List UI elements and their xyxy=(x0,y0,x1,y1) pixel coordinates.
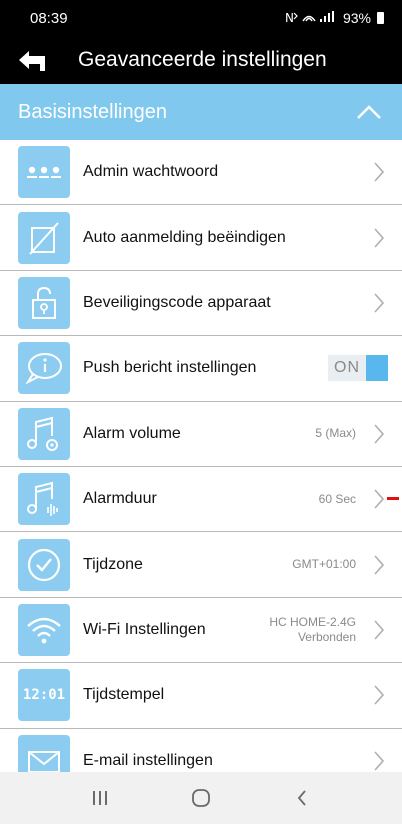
home-button[interactable] xyxy=(176,778,226,818)
row-auto-aanmelding[interactable]: Auto aanmelding beëindigen xyxy=(0,205,402,271)
row-label: Wi-Fi Instellingen xyxy=(83,620,206,638)
status-bar: 08:39 N 93% xyxy=(0,0,402,36)
chevron-right-icon xyxy=(370,747,388,775)
chevron-right-icon xyxy=(370,420,388,448)
home-icon xyxy=(192,789,210,807)
row-tijdzone[interactable]: Tijdzone GMT+01:00 xyxy=(0,532,402,598)
chevron-right-icon xyxy=(370,485,388,513)
status-indicators: N 93% xyxy=(285,10,384,27)
signal-icons: N xyxy=(285,10,337,27)
slashed-box-icon xyxy=(18,211,70,264)
row-value: GMT+01:00 xyxy=(292,557,356,572)
row-label: Push bericht instellingen xyxy=(83,359,257,377)
row-label: Tijdzone xyxy=(83,555,143,573)
back-button[interactable] xyxy=(0,36,64,84)
section-header-basisinstellingen[interactable]: Basisinstellingen xyxy=(0,84,402,140)
chevron-right-icon xyxy=(370,224,388,252)
row-label: Auto aanmelding beëindigen xyxy=(83,228,286,246)
row-beveiligingscode[interactable]: Beveiligingscode apparaat xyxy=(0,270,402,337)
chevron-up-icon xyxy=(357,105,381,119)
chevron-right-icon xyxy=(370,551,388,579)
system-nav-bar xyxy=(0,772,402,824)
wifi-status: HC HOME-2.4G Verbonden xyxy=(269,615,356,645)
lock-icon xyxy=(18,276,70,329)
settings-list: Admin wachtwoord Auto aanmelding beëindi… xyxy=(0,140,402,794)
battery-icon xyxy=(377,12,384,24)
row-tijdstempel[interactable]: 12:01 Tijdstempel xyxy=(0,663,402,729)
digital-clock-icon: 12:01 xyxy=(18,669,70,722)
recent-apps-icon xyxy=(93,791,108,805)
row-label: Tijdstempel xyxy=(83,686,165,704)
row-label: E-mail instellingen xyxy=(83,751,213,769)
row-value: 5 (Max) xyxy=(315,426,356,441)
wifi-connection-status: Verbonden xyxy=(297,629,356,644)
row-value: 60 Sec xyxy=(318,491,356,506)
row-label: Admin wachtwoord xyxy=(83,163,219,181)
chevron-right-icon xyxy=(370,289,388,317)
chevron-left-icon xyxy=(297,790,306,806)
svg-text:N: N xyxy=(285,11,293,24)
toggle-knob xyxy=(366,355,388,382)
row-alarmduur[interactable]: Alarmduur 60 Sec xyxy=(0,466,402,533)
music-gear-icon xyxy=(18,407,70,460)
toggle-state-text: ON xyxy=(328,355,366,382)
music-wave-icon xyxy=(18,473,70,526)
chevron-right-icon xyxy=(370,616,388,644)
clock-check-icon xyxy=(18,538,70,591)
wifi-icon xyxy=(18,603,70,656)
row-label: Beveiligingscode apparaat xyxy=(83,293,271,311)
chat-info-icon xyxy=(18,342,70,395)
push-toggle[interactable]: ON xyxy=(328,355,388,382)
row-wifi[interactable]: Wi-Fi Instellingen HC HOME-2.4G Verbonde… xyxy=(0,597,402,664)
dots-icon xyxy=(18,146,70,199)
section-title: Basisinstellingen xyxy=(18,100,167,123)
wifi-network-name: HC HOME-2.4G xyxy=(269,614,356,629)
status-time: 08:39 xyxy=(30,9,68,27)
chevron-right-icon xyxy=(370,158,388,186)
row-push-bericht: Push bericht instellingen ON xyxy=(0,336,402,402)
back-arrow-icon xyxy=(19,51,45,71)
row-label: Alarm volume xyxy=(83,424,181,442)
recent-apps-button[interactable] xyxy=(75,778,125,818)
red-marker xyxy=(387,496,399,500)
app-bar: Geavanceerde instellingen xyxy=(0,36,402,84)
row-admin-wachtwoord[interactable]: Admin wachtwoord xyxy=(0,140,402,206)
chevron-right-icon xyxy=(370,681,388,709)
back-nav-button[interactable] xyxy=(277,778,327,818)
page-title: Geavanceerde instellingen xyxy=(78,48,327,71)
battery-text: 93% xyxy=(342,10,371,26)
digital-clock-text: 12:01 xyxy=(22,687,66,704)
row-alarm-volume[interactable]: Alarm volume 5 (Max) xyxy=(0,401,402,467)
row-label: Alarmduur xyxy=(83,490,157,508)
